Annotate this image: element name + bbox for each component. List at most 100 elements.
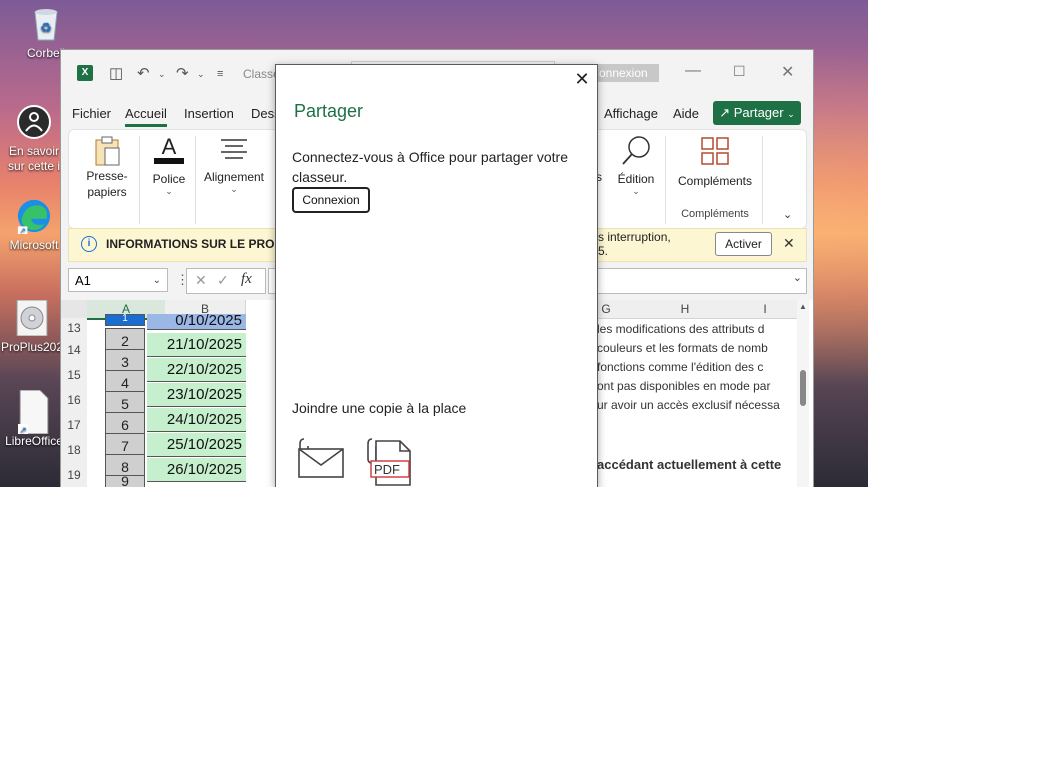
ribbon-separator — [195, 136, 196, 224]
recycle-bin-icon: ♻ — [28, 6, 64, 42]
collapse-ribbon-icon[interactable]: ⌄ — [783, 208, 792, 221]
undo-dropdown-icon[interactable]: ⌄ — [158, 69, 166, 80]
desktop: ♻ Corbeil En savoir sur cette i ↗ Micros… — [0, 0, 868, 487]
row-header[interactable]: 16 — [61, 388, 87, 414]
share-button[interactable]: ↗ Partager ⌄ — [713, 101, 801, 125]
addins-group[interactable]: Compléments Compléments — [675, 130, 755, 220]
redo-icon[interactable]: ↷ — [176, 64, 189, 82]
customize-toolbar-icon[interactable]: ≡ — [217, 68, 223, 80]
pane-line: les modifications des attributs d — [597, 322, 765, 336]
dialog-title: Partager — [294, 101, 364, 121]
column-header[interactable]: H — [645, 300, 726, 319]
edge-icon: ↗ — [16, 198, 52, 235]
tab-accueil[interactable]: Accueil — [125, 106, 167, 127]
font-color-icon: A — [153, 134, 185, 166]
pane-line: ur avoir un accès exclusif nécessa — [597, 398, 780, 412]
row-header[interactable]: 14 — [61, 338, 87, 364]
name-box-value: A1 — [75, 273, 91, 288]
tab-aide[interactable]: Aide — [673, 106, 699, 121]
chevron-down-icon: ⌄ — [632, 186, 640, 196]
svg-text:↗: ↗ — [19, 425, 27, 434]
search-icon — [620, 134, 652, 166]
pdf-label: PDF — [374, 462, 400, 477]
save-icon[interactable]: ◫ — [109, 64, 123, 82]
table-cell[interactable]: 1 — [105, 314, 145, 326]
close-icon[interactable]: ✕ — [572, 69, 592, 89]
redo-dropdown-icon[interactable]: ⌄ — [197, 69, 205, 80]
signin-message: Connectez-vous à Office pour partager vo… — [292, 149, 569, 185]
svg-text:↗: ↗ — [19, 226, 25, 235]
info-text: INFORMATIONS SUR LE PRODU — [106, 237, 292, 251]
formula-actions: ✕ ✓ fx — [186, 268, 266, 294]
close-icon[interactable]: ✕ — [783, 235, 795, 252]
row-header[interactable]: 18 — [61, 438, 87, 464]
maximize-icon[interactable]: ☐ — [733, 63, 746, 80]
name-box[interactable]: A1 ⌄ — [68, 268, 168, 292]
file-shortcut-icon: ↗ — [16, 390, 52, 434]
table-cell[interactable]: 25/10/2025 — [147, 433, 246, 457]
addins-group-label: Compléments — [681, 208, 749, 220]
desktop-icon-label: Microsoft — [9, 238, 59, 252]
ribbon-separator — [665, 136, 666, 224]
activate-button[interactable]: Activer — [715, 232, 772, 256]
table-cell[interactable]: 23/10/2025 — [147, 383, 246, 407]
info-text-continued: s interruption, — [598, 230, 671, 244]
row-header[interactable]: 19 — [61, 463, 87, 487]
tab-fichier[interactable]: Fichier — [72, 106, 111, 121]
undo-icon[interactable]: ↶ — [137, 64, 150, 82]
row-header[interactable]: 15 — [61, 363, 87, 389]
share-dialog: ✕ Partager Connectez-vous à Office pour … — [275, 64, 598, 487]
disc-icon — [14, 300, 50, 336]
table-cell[interactable]: 26/10/2025 — [147, 458, 246, 482]
table-cell[interactable]: 22/10/2025 — [147, 358, 246, 382]
svg-text:♻: ♻ — [40, 20, 52, 35]
table-cell[interactable]: 0/10/2025 — [147, 313, 246, 330]
table-cell[interactable]: 21/10/2025 — [147, 333, 246, 357]
column-header[interactable]: I — [725, 300, 806, 319]
vertical-scrollbar[interactable]: ▲ — [797, 300, 809, 487]
chevron-down-icon: ⌄ — [152, 275, 161, 286]
desktop-icon-label: ProPlus202 — [0, 340, 64, 354]
cancel-icon[interactable]: ✕ — [195, 272, 207, 289]
addins-label: Compléments — [677, 174, 753, 188]
chevron-down-icon: ⌄ — [230, 184, 238, 194]
scrollbar-thumb[interactable] — [800, 370, 806, 406]
font-group[interactable]: A Police ⌄ — [147, 130, 191, 197]
minimize-icon[interactable]: — — [685, 62, 701, 80]
signin-button[interactable]: Connexion — [292, 187, 370, 213]
share-icon: ↗ — [719, 105, 731, 120]
clipboard-group[interactable]: Presse-papiers — [81, 130, 133, 200]
email-attachment-icon[interactable] — [296, 437, 346, 483]
info-text-continued: 5. — [598, 244, 609, 258]
ribbon-separator — [139, 136, 140, 224]
editing-group[interactable]: Édition ⌄ — [613, 130, 659, 197]
alignment-group[interactable]: Alignement ⌄ — [201, 130, 267, 195]
chevron-down-icon: ⌄ — [165, 186, 173, 196]
pane-heading: accédant actuellement à cette — [597, 457, 782, 472]
clipboard-icon — [93, 136, 121, 166]
pane-line: couleurs et les formats de nomb — [597, 341, 768, 355]
row-header[interactable]: 13 — [61, 318, 87, 339]
select-all-corner[interactable] — [61, 300, 88, 319]
table-cell[interactable]: 9 — [105, 474, 145, 487]
table-cell[interactable]: 24/10/2025 — [147, 408, 246, 432]
close-window-icon[interactable]: ✕ — [781, 62, 794, 82]
confirm-icon[interactable]: ✓ — [217, 272, 229, 289]
side-pane-text: les modifications des attributs d couleu… — [597, 320, 797, 487]
tab-affichage[interactable]: Affichage — [604, 106, 658, 121]
alignment-label: Alignement — [203, 170, 265, 184]
pdf-attachment-icon[interactable]: PDF — [366, 437, 414, 487]
align-icon — [219, 136, 249, 164]
editing-label: Édition — [617, 172, 655, 186]
scroll-up-icon[interactable]: ▲ — [799, 302, 807, 311]
pane-line: fonctions comme l'édition des c — [597, 360, 764, 374]
ribbon-separator — [762, 136, 763, 224]
tab-insertion[interactable]: Insertion — [184, 106, 234, 121]
chevron-down-icon: ⌄ — [787, 109, 795, 119]
row-header[interactable]: 17 — [61, 413, 87, 439]
function-icon[interactable]: fx — [241, 271, 252, 288]
chevron-down-icon: ⌄ — [792, 272, 802, 284]
clipboard-label: Presse-papiers — [86, 169, 128, 199]
attach-copy-label: Joindre une copie à la place — [292, 400, 467, 416]
svg-text:A: A — [162, 134, 177, 159]
